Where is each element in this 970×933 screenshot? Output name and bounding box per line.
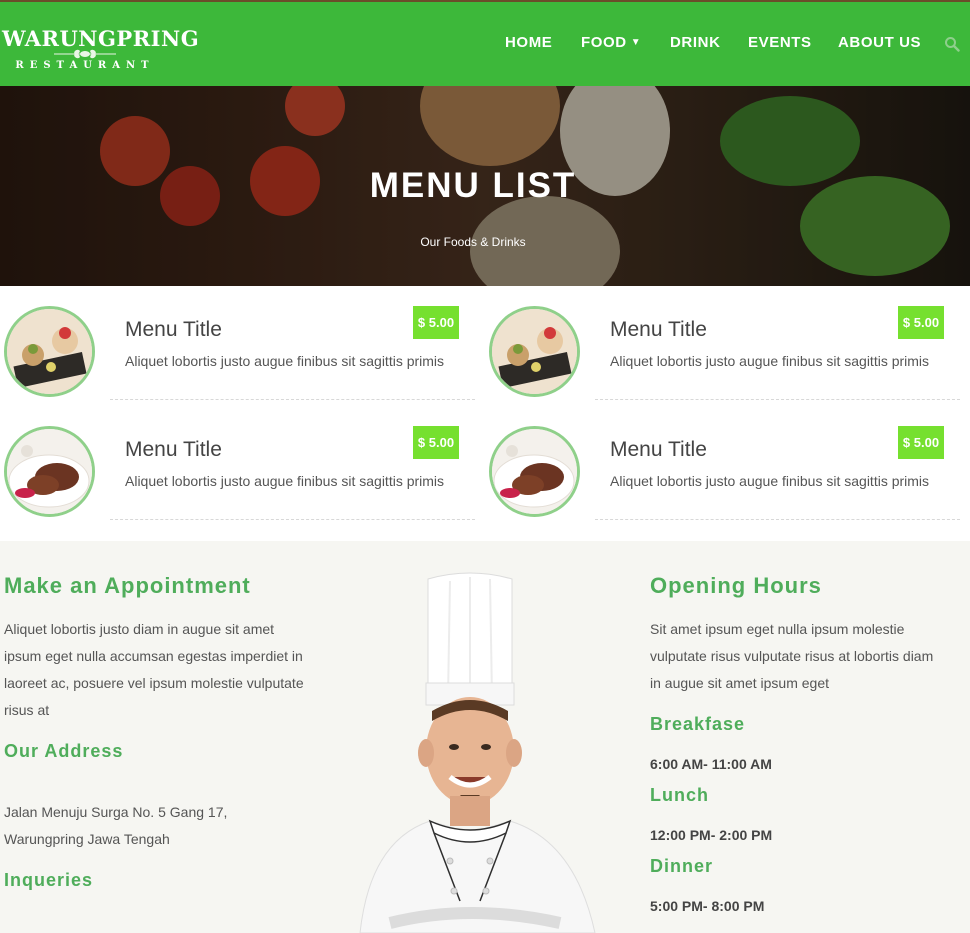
menu-item-image — [4, 306, 95, 397]
menu-item-description: Aliquet lobortis justo augue finibus sit… — [610, 473, 930, 489]
opening-hours-heading: Opening Hours — [650, 573, 822, 598]
logo-subtitle: RESTAURANT — [15, 60, 155, 71]
search-icon[interactable] — [944, 36, 960, 52]
divider — [595, 399, 960, 400]
nav-food[interactable]: FOOD ▼ — [581, 34, 641, 51]
lunch-heading: Lunch — [650, 785, 709, 805]
address-heading: Our Address — [4, 741, 124, 761]
info-section: Make an Appointment Aliquet lobortis jus… — [0, 541, 970, 933]
chef-image — [359, 572, 596, 933]
dinner-heading: Dinner — [650, 856, 714, 876]
price-badge: $ 5.00 — [413, 306, 459, 339]
menu-item-description: Aliquet lobortis justo augue finibus sit… — [125, 473, 445, 489]
breakfast-time: 6:00 AM- 11:00 AM — [650, 756, 772, 772]
hero-banner: MENU LIST Our Foods & Drinks — [0, 86, 970, 286]
opening-hours-text: Sit amet ipsum eget nulla ipsum molestie… — [650, 621, 934, 691]
menu-item[interactable]: Menu Title Aliquet lobortis justo augue … — [485, 406, 960, 520]
lunch-time: 12:00 PM- 2:00 PM — [650, 827, 773, 843]
menu-item-description: Aliquet lobortis justo augue finibus sit… — [610, 353, 930, 369]
menu-item[interactable]: Menu Title Aliquet lobortis justo augue … — [0, 286, 475, 400]
wheat-ornament-icon — [54, 49, 116, 59]
nav-events-label: EVENTS — [748, 34, 812, 51]
page-subtitle: Our Foods & Drinks — [420, 235, 526, 249]
price-badge: $ 5.00 — [413, 426, 459, 459]
appointment-text: Aliquet lobortis justo diam in augue sit… — [4, 621, 304, 718]
menu-item-title: Menu Title — [125, 438, 222, 461]
menu-item[interactable]: Menu Title Aliquet lobortis justo augue … — [0, 406, 475, 520]
menu-item-title: Menu Title — [125, 318, 222, 341]
breakfast-heading: Breakfase — [650, 714, 746, 734]
divider — [110, 399, 475, 400]
menu-item-image — [4, 426, 95, 517]
page-title: MENU LIST — [369, 166, 577, 205]
caret-down-icon: ▼ — [630, 37, 642, 48]
menu-item-description: Aliquet lobortis justo augue finibus sit… — [125, 353, 445, 369]
menu-item-image — [489, 426, 580, 517]
menu-item-title: Menu Title — [610, 438, 707, 461]
divider — [110, 519, 475, 520]
inquiries-heading: Inqueries — [4, 870, 94, 890]
nav-about-us-label: ABOUT US — [838, 34, 922, 51]
nav-drink-label: DRINK — [670, 34, 721, 51]
top-navbar: WARUNGPRING RESTAURANT HOME FOOD ▼ DRINK … — [0, 0, 970, 86]
nav-home[interactable]: HOME — [505, 34, 552, 51]
divider — [595, 519, 960, 520]
menu-item-image — [489, 306, 580, 397]
nav-events[interactable]: EVENTS — [748, 34, 812, 51]
address-text: Jalan Menuju Surga No. 5 Gang 17, Warung… — [4, 804, 228, 847]
appointment-heading: Make an Appointment — [4, 573, 251, 598]
dinner-time: 5:00 PM- 8:00 PM — [650, 898, 765, 914]
nav-home-label: HOME — [505, 34, 553, 51]
site-logo[interactable]: WARUNGPRING RESTAURANT — [2, 22, 199, 76]
menu-item[interactable]: Menu Title Aliquet lobortis justo augue … — [485, 286, 960, 400]
menu-item-title: Menu Title — [610, 318, 707, 341]
nav-drink[interactable]: DRINK — [670, 34, 721, 51]
nav-about-us[interactable]: ABOUT US — [838, 34, 921, 51]
nav-food-label: FOOD — [581, 34, 627, 51]
price-badge: $ 5.00 — [898, 426, 944, 459]
price-badge: $ 5.00 — [898, 306, 944, 339]
